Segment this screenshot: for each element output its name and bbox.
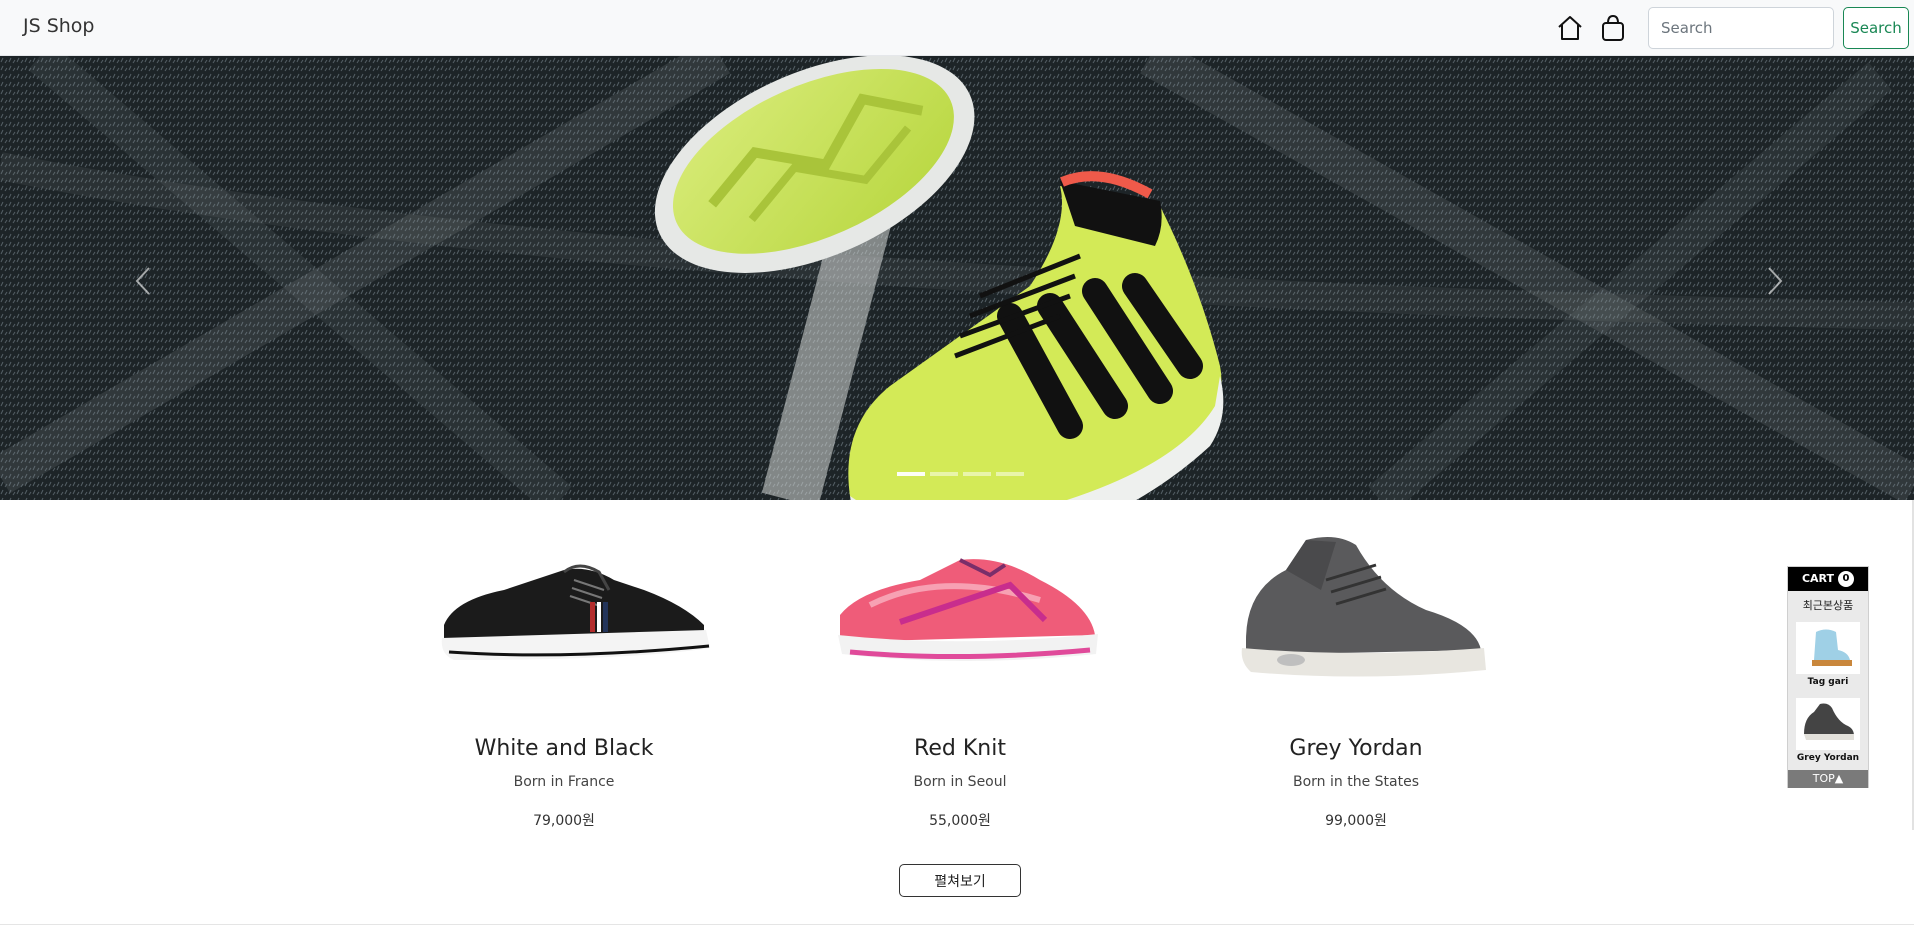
recent-item-label: Grey Yordan (1796, 753, 1860, 763)
product-card: White and Black Born in France 79,000원 (414, 530, 714, 830)
product-name[interactable]: Grey Yordan (1206, 736, 1506, 761)
shopping-bag-icon[interactable] (1598, 13, 1628, 43)
carousel-next-button[interactable] (1755, 256, 1795, 306)
product-card: Red Knit Born in Seoul 55,000원 (810, 530, 1110, 830)
carousel-indicators (897, 472, 1025, 478)
carousel-prev-button[interactable] (123, 256, 163, 306)
scroll-top-button[interactable]: TOP▲ (1788, 770, 1868, 788)
home-icon[interactable] (1555, 13, 1585, 43)
search-button[interactable]: Search (1843, 7, 1909, 49)
product-origin: Born in Seoul (913, 774, 1007, 790)
hero-image (0, 56, 1914, 500)
carousel-indicator[interactable] (897, 472, 925, 476)
cart-label: CART (1801, 572, 1835, 585)
product-origin: Born in France (513, 774, 615, 790)
recent-item-label: Tag gari (1807, 677, 1849, 687)
chevron-left-icon (135, 267, 150, 295)
recent-item[interactable]: Tag gari (1796, 622, 1860, 687)
brand-logo[interactable]: JS Shop (23, 15, 95, 37)
carousel-indicator[interactable] (930, 472, 958, 476)
carousel-indicator[interactable] (963, 472, 991, 476)
navbar: JS Shop Search (0, 0, 1914, 56)
cart-count-badge: 0 (1838, 571, 1855, 587)
recent-item-image-grey-high-top (1796, 698, 1860, 750)
product-origin: Born in the States (1293, 774, 1419, 790)
recent-viewed-title: 최근본상품 (1802, 599, 1854, 612)
product-card: Grey Yordan Born in the States 99,000원 (1206, 530, 1506, 830)
show-more-button[interactable]: 펼쳐보기 (899, 864, 1021, 897)
recent-item[interactable]: Grey Yordan (1796, 698, 1860, 763)
cart-link[interactable]: CART 0 (1788, 567, 1868, 591)
product-image-black-sneaker[interactable] (414, 530, 714, 705)
recent-viewed-panel: CART 0 최근본상품 Tag gari Grey Yordan TOP▲ (1787, 566, 1869, 788)
hero-carousel (0, 56, 1914, 500)
search-input[interactable] (1648, 7, 1834, 49)
product-image-red-running-shoe[interactable] (810, 530, 1110, 705)
product-image-grey-high-top[interactable] (1206, 530, 1506, 705)
product-price: 99,000원 (1325, 813, 1387, 829)
carousel-indicator[interactable] (996, 472, 1024, 476)
chevron-right-icon (1768, 267, 1783, 295)
product-name[interactable]: White and Black (414, 736, 714, 761)
recent-item-image-tan-boot (1796, 622, 1860, 674)
product-name[interactable]: Red Knit (810, 736, 1110, 761)
product-price: 79,000원 (533, 813, 595, 829)
product-price: 55,000원 (929, 813, 991, 829)
